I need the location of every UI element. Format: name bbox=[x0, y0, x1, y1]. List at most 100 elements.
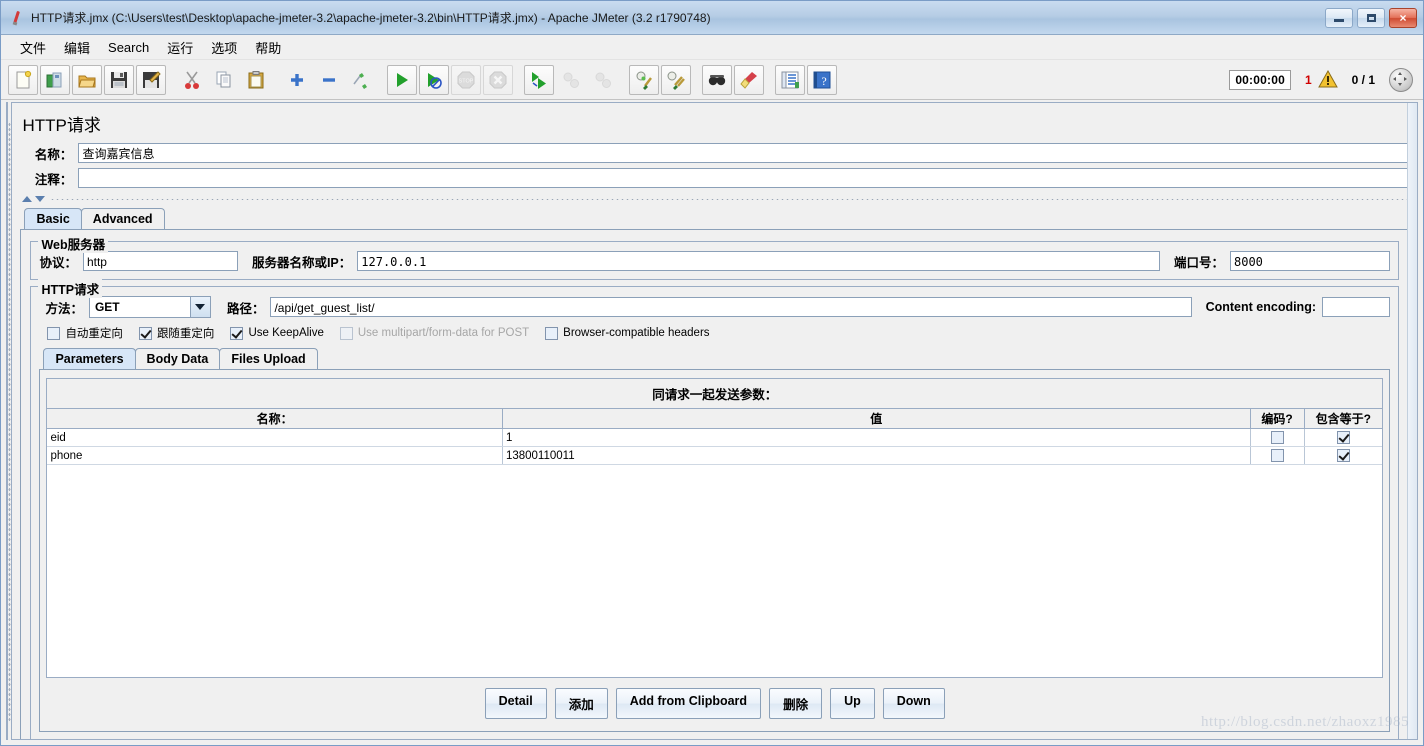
copy-icon[interactable] bbox=[209, 65, 239, 95]
web-server-group: Web服务器 协议： http 服务器名称或IP： 127.0.0.1 端口号：… bbox=[30, 234, 1399, 280]
menu-run[interactable]: 运行 bbox=[158, 36, 202, 59]
maximize-icon bbox=[1366, 13, 1376, 22]
search-icon[interactable] bbox=[702, 64, 732, 95]
checkbox-box bbox=[230, 326, 244, 340]
table-empty-area bbox=[47, 465, 1382, 677]
protocol-input[interactable]: http bbox=[82, 251, 238, 271]
close-button[interactable]: × bbox=[1389, 7, 1417, 28]
menu-search[interactable]: Search bbox=[99, 38, 158, 57]
new-icon[interactable] bbox=[8, 64, 38, 95]
table-row[interactable]: phone 13800110011 bbox=[47, 446, 1382, 465]
remote-start-all-icon[interactable] bbox=[524, 64, 554, 95]
protocol-label: 协议： bbox=[39, 255, 77, 270]
maximize-button[interactable] bbox=[1357, 7, 1385, 28]
column-header-include-equals[interactable]: 包含等于? bbox=[1304, 409, 1382, 429]
method-value: GET bbox=[94, 300, 120, 314]
basic-tab-panel: Web服务器 协议： http 服务器名称或IP： 127.0.0.1 端口号：… bbox=[20, 229, 1409, 739]
detail-button[interactable]: Detail bbox=[484, 688, 547, 719]
encode-checkbox[interactable] bbox=[1270, 449, 1284, 462]
vertical-scrollbar[interactable] bbox=[1407, 103, 1417, 739]
use-keepalive-checkbox[interactable]: Use KeepAlive bbox=[230, 326, 324, 340]
cell-param-value[interactable]: 13800110011 bbox=[502, 446, 1251, 465]
table-row[interactable]: eid 1 bbox=[47, 428, 1382, 447]
templates-icon[interactable] bbox=[40, 64, 70, 95]
menu-options[interactable]: 选项 bbox=[202, 36, 246, 59]
paste-icon[interactable] bbox=[241, 65, 271, 95]
include-equals-checkbox[interactable] bbox=[1336, 431, 1350, 444]
save-icon[interactable] bbox=[104, 64, 134, 95]
menu-edit[interactable]: 编辑 bbox=[55, 36, 99, 59]
auto-redirect-checkbox[interactable]: 自动重定向 bbox=[47, 325, 123, 341]
clear-all-icon[interactable] bbox=[661, 64, 691, 95]
save-as-icon[interactable] bbox=[136, 64, 166, 95]
menu-help[interactable]: 帮助 bbox=[246, 36, 290, 59]
include-equals-checkbox[interactable] bbox=[1336, 449, 1350, 462]
expand-all-icon[interactable] bbox=[282, 65, 312, 95]
encode-checkbox[interactable] bbox=[1270, 431, 1284, 444]
add-from-clipboard-button[interactable]: Add from Clipboard bbox=[615, 688, 762, 719]
tab-basic[interactable]: Basic bbox=[24, 208, 82, 229]
collapse-all-icon[interactable] bbox=[314, 65, 344, 95]
parameters-button-bar: Detail 添加 Add from Clipboard 删除 Up Down bbox=[44, 678, 1385, 727]
connection-status-icon[interactable] bbox=[1389, 68, 1413, 92]
clear-icon[interactable] bbox=[629, 64, 659, 95]
svg-text:STOP: STOP bbox=[459, 78, 474, 84]
http-request-legend: HTTP请求 bbox=[38, 279, 103, 298]
port-input[interactable]: 8000 bbox=[1230, 251, 1390, 271]
cell-param-value[interactable]: 1 bbox=[502, 428, 1251, 447]
cell-encode[interactable] bbox=[1250, 446, 1305, 465]
web-server-legend: Web服务器 bbox=[38, 234, 109, 253]
tab-parameters[interactable]: Parameters bbox=[43, 348, 136, 369]
menu-file[interactable]: 文件 bbox=[11, 36, 55, 59]
cell-encode[interactable] bbox=[1250, 428, 1305, 447]
column-header-value[interactable]: 值 bbox=[502, 409, 1251, 429]
title-bar: HTTP请求.jmx (C:\Users\test\Desktop\apache… bbox=[1, 1, 1423, 35]
down-button[interactable]: Down bbox=[882, 688, 945, 719]
chevron-down-icon[interactable] bbox=[189, 297, 210, 317]
tab-body-data[interactable]: Body Data bbox=[134, 348, 221, 369]
open-icon[interactable] bbox=[72, 64, 102, 95]
web-server-row: 协议： http 服务器名称或IP： 127.0.0.1 端口号： 8000 bbox=[39, 251, 1390, 271]
svg-text:?: ? bbox=[821, 74, 826, 88]
column-header-name[interactable]: 名称： bbox=[47, 409, 503, 429]
tab-advanced[interactable]: Advanced bbox=[80, 208, 165, 229]
name-input[interactable]: 查询嘉宾信息 bbox=[78, 143, 1409, 163]
comment-input[interactable] bbox=[78, 168, 1409, 188]
content-encoding-label: Content encoding: bbox=[1205, 300, 1316, 314]
collapse-down-icon[interactable] bbox=[35, 196, 46, 202]
warning-indicator[interactable]: 1 bbox=[1304, 69, 1338, 91]
warning-count: 1 bbox=[1304, 73, 1312, 87]
server-label: 服务器名称或IP： bbox=[251, 255, 352, 270]
follow-redirects-checkbox[interactable]: 跟随重定向 bbox=[138, 325, 214, 341]
section-collapse-bar bbox=[22, 193, 1409, 205]
content-encoding-input[interactable] bbox=[1322, 297, 1390, 317]
elapsed-timer: 00:00:00 bbox=[1229, 70, 1291, 90]
checkbox-box bbox=[47, 326, 61, 340]
tab-files-upload[interactable]: Files Upload bbox=[219, 348, 318, 369]
page-title: HTTP请求 bbox=[22, 116, 101, 135]
cell-param-name[interactable]: eid bbox=[47, 428, 503, 447]
add-button[interactable]: 添加 bbox=[554, 688, 608, 719]
browser-compatible-headers-checkbox[interactable]: Browser-compatible headers bbox=[545, 326, 710, 340]
toggle-icon[interactable] bbox=[346, 65, 376, 95]
reset-search-icon[interactable] bbox=[734, 64, 764, 95]
up-button[interactable]: Up bbox=[830, 688, 875, 719]
column-header-encode[interactable]: 编码? bbox=[1250, 409, 1305, 429]
collapse-up-icon[interactable] bbox=[22, 196, 33, 202]
delete-button[interactable]: 删除 bbox=[769, 688, 823, 719]
cell-param-name[interactable]: phone bbox=[47, 446, 503, 465]
name-label: 名称： bbox=[34, 147, 73, 162]
cut-icon[interactable] bbox=[177, 65, 207, 95]
method-select[interactable]: GET bbox=[88, 296, 211, 318]
start-icon[interactable] bbox=[387, 64, 417, 95]
path-input[interactable]: /api/get_guest_list/ bbox=[270, 297, 1192, 317]
cell-include-equals[interactable] bbox=[1304, 446, 1382, 465]
menu-bar: 文件 编辑 Search 运行 选项 帮助 bbox=[1, 35, 1423, 60]
thread-counter: 0 / 1 bbox=[1351, 73, 1375, 87]
help-icon[interactable]: ? bbox=[807, 64, 837, 95]
start-no-timers-icon[interactable] bbox=[419, 64, 449, 95]
function-helper-icon[interactable] bbox=[775, 64, 805, 95]
minimize-button[interactable] bbox=[1325, 7, 1353, 28]
server-input[interactable]: 127.0.0.1 bbox=[357, 251, 1160, 271]
cell-include-equals[interactable] bbox=[1304, 428, 1382, 447]
